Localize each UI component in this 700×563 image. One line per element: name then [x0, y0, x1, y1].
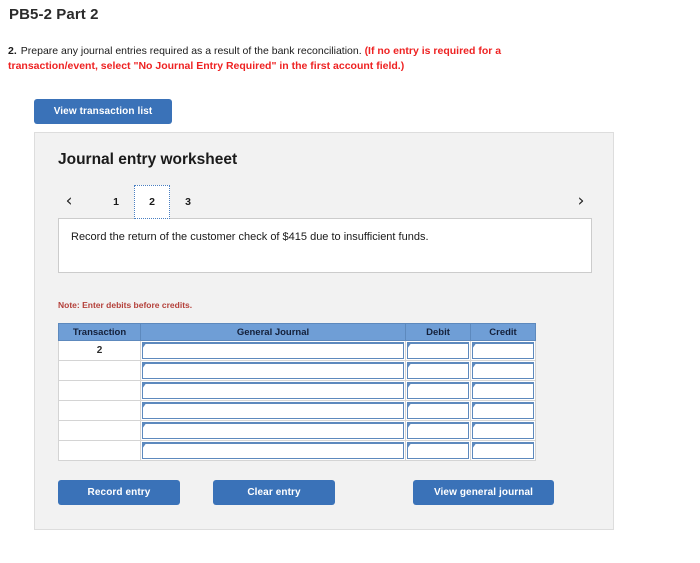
record-entry-button[interactable]: Record entry: [58, 480, 180, 505]
question-block: 2. Prepare any journal entries required a…: [8, 44, 588, 74]
debit-input[interactable]: [405, 380, 471, 401]
transaction-number-cell: 2: [58, 340, 141, 361]
general-journal-field[interactable]: [142, 342, 404, 359]
table-row: [58, 400, 536, 421]
pager-tab-3[interactable]: 3: [170, 185, 206, 219]
credit-input[interactable]: [470, 340, 536, 361]
debit-input[interactable]: [405, 360, 471, 381]
debit-field[interactable]: [407, 442, 469, 459]
general-journal-field[interactable]: [142, 402, 404, 419]
debit-field[interactable]: [407, 342, 469, 359]
view-transaction-list-button[interactable]: View transaction list: [34, 99, 172, 124]
credit-field[interactable]: [472, 442, 534, 459]
pager-tab-list: 1 2 3: [98, 185, 206, 219]
credit-input[interactable]: [470, 380, 536, 401]
credit-field[interactable]: [472, 342, 534, 359]
column-header-debit: Debit: [405, 323, 471, 341]
general-journal-account-select[interactable]: [140, 400, 406, 421]
transaction-number-cell: [58, 420, 141, 441]
credit-field[interactable]: [472, 382, 534, 399]
worksheet-pager: ‹ 1 2 3 ›: [58, 185, 592, 219]
table-header-row: Transaction General Journal Debit Credit: [58, 323, 536, 341]
credit-input[interactable]: [470, 440, 536, 461]
pager-tab-1[interactable]: 1: [98, 185, 134, 219]
general-journal-account-select[interactable]: [140, 380, 406, 401]
general-journal-field[interactable]: [142, 362, 404, 379]
transaction-description-text: Record the return of the customer check …: [71, 231, 429, 243]
debit-input[interactable]: [405, 340, 471, 361]
general-journal-account-select[interactable]: [140, 440, 406, 461]
view-general-journal-button[interactable]: View general journal: [413, 480, 554, 505]
table-row: 2: [58, 340, 536, 361]
debit-field[interactable]: [407, 362, 469, 379]
pager-tab-2[interactable]: 2: [134, 185, 170, 219]
transaction-number-cell: [58, 380, 141, 401]
general-journal-field[interactable]: [142, 442, 404, 459]
clear-entry-button[interactable]: Clear entry: [213, 480, 335, 505]
credit-input[interactable]: [470, 360, 536, 381]
general-journal-account-select[interactable]: [140, 360, 406, 381]
credit-input[interactable]: [470, 400, 536, 421]
general-journal-field[interactable]: [142, 422, 404, 439]
column-header-transaction: Transaction: [58, 323, 141, 341]
table-row: [58, 440, 536, 461]
debit-field[interactable]: [407, 422, 469, 439]
column-header-credit: Credit: [470, 323, 536, 341]
transaction-number-cell: [58, 360, 141, 381]
table-row: [58, 380, 536, 401]
general-journal-account-select[interactable]: [140, 340, 406, 361]
table-row: [58, 360, 536, 381]
debits-before-credits-note: Note: Enter debits before credits.: [58, 300, 193, 310]
worksheet-title: Journal entry worksheet: [58, 151, 238, 168]
credit-field[interactable]: [472, 422, 534, 439]
chevron-right-icon[interactable]: ›: [570, 188, 592, 214]
general-journal-field[interactable]: [142, 382, 404, 399]
question-number: 2.: [8, 45, 17, 57]
journal-entry-table: Transaction General Journal Debit Credit…: [58, 323, 536, 461]
general-journal-account-select[interactable]: [140, 420, 406, 441]
page-title: PB5-2 Part 2: [9, 6, 99, 23]
debit-field[interactable]: [407, 402, 469, 419]
debit-input[interactable]: [405, 440, 471, 461]
transaction-number-cell: [58, 440, 141, 461]
journal-entry-worksheet-panel: Journal entry worksheet ‹ 1 2 3 › Record…: [34, 132, 614, 530]
credit-input[interactable]: [470, 420, 536, 441]
debit-input[interactable]: [405, 400, 471, 421]
column-header-general-journal: General Journal: [140, 323, 406, 341]
chevron-left-icon[interactable]: ‹: [58, 188, 80, 214]
transaction-number-cell: [58, 400, 141, 421]
question-text: Prepare any journal entries required as …: [20, 45, 362, 57]
debit-input[interactable]: [405, 420, 471, 441]
credit-field[interactable]: [472, 362, 534, 379]
table-row: [58, 420, 536, 441]
credit-field[interactable]: [472, 402, 534, 419]
debit-field[interactable]: [407, 382, 469, 399]
transaction-description-box: Record the return of the customer check …: [58, 218, 592, 273]
